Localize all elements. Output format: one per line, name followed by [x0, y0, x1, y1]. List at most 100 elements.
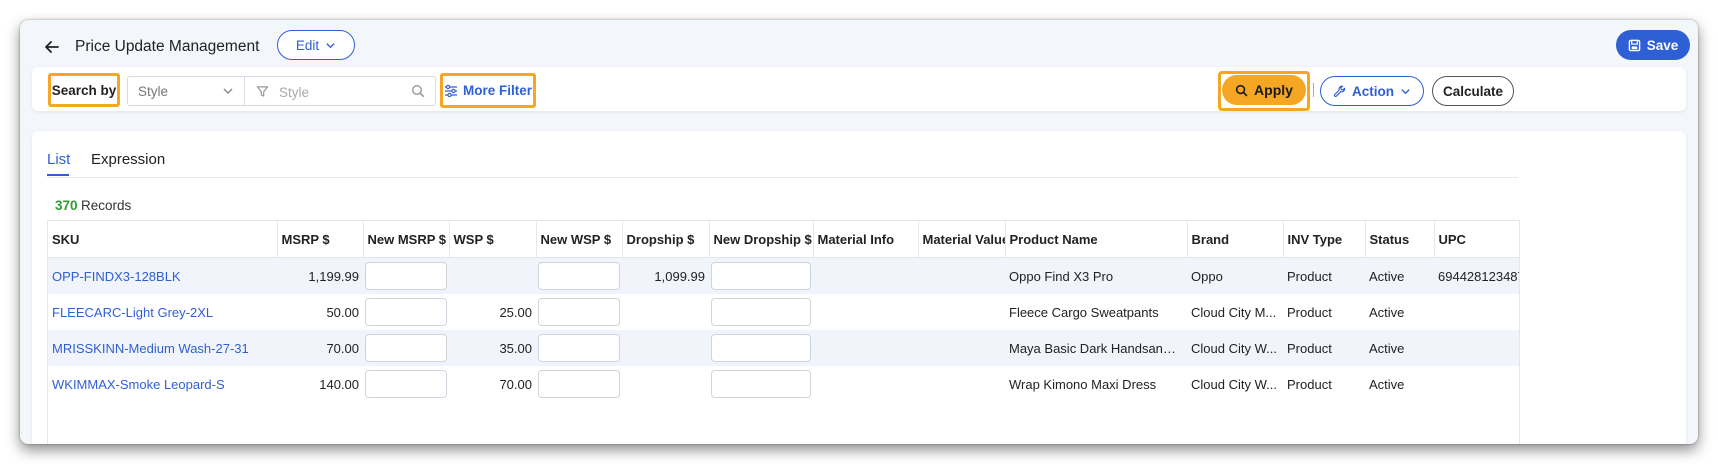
arrow-left-icon[interactable] — [42, 37, 62, 57]
column-header-brand[interactable]: Brand — [1187, 221, 1284, 258]
chevron-down-icon — [1400, 86, 1411, 97]
new-msrp-input[interactable] — [365, 370, 447, 398]
app-window: Price Update Management Edit Save Search… — [20, 20, 1698, 444]
search-icon[interactable] — [411, 84, 425, 98]
new-dropship-cell — [709, 366, 813, 402]
material-value-cell — [918, 330, 1005, 366]
calculate-button[interactable]: Calculate — [1432, 76, 1514, 106]
table-row: OPP-FINDX3-128BLK 1,199.99 1,099.99 Oppo… — [48, 257, 1519, 294]
new-wsp-input[interactable] — [538, 370, 620, 398]
upc-cell — [1434, 294, 1519, 330]
column-header-dropship[interactable]: Dropship $ — [622, 221, 710, 258]
material-value-cell — [918, 366, 1005, 402]
column-header-msrp[interactable]: MSRP $ — [277, 221, 364, 258]
new-msrp-cell — [363, 366, 449, 402]
more-filter-label: More Filter — [462, 83, 532, 98]
new-wsp-input[interactable] — [538, 298, 620, 326]
chevron-down-icon — [325, 40, 336, 51]
brand-cell: Cloud City W... — [1191, 376, 1277, 392]
more-filter-button[interactable]: More Filter — [440, 73, 536, 108]
new-dropship-input[interactable] — [711, 262, 811, 290]
column-header-inv-type[interactable]: INV Type — [1283, 221, 1366, 258]
new-wsp-cell — [536, 366, 622, 402]
new-msrp-input[interactable] — [365, 298, 447, 326]
sku-link[interactable]: WKIMMAX-Smoke Leopard-S — [48, 366, 277, 402]
sku-link[interactable]: FLEECARC-Light Grey-2XL — [48, 294, 277, 330]
search-icon — [1235, 84, 1248, 97]
search-field-select[interactable]: Style — [127, 76, 245, 106]
brand-cell: Cloud City M... — [1191, 304, 1277, 320]
sliders-icon — [444, 84, 458, 98]
search-input-wrapper — [245, 76, 436, 106]
save-icon — [1628, 39, 1641, 52]
save-button[interactable]: Save — [1616, 30, 1690, 60]
action-button[interactable]: Action — [1320, 76, 1424, 106]
dropship-cell: 1,099.99 — [622, 257, 709, 294]
column-header-status[interactable]: Status — [1365, 221, 1435, 258]
column-header-new-msrp[interactable]: New MSRP $ — [363, 221, 450, 258]
material-value-cell — [918, 294, 1005, 330]
table-row: MRISSKINN-Medium Wash-27-31 70.00 35.00 … — [48, 330, 1519, 366]
inv-type-cell: Product — [1283, 257, 1365, 294]
dropship-cell — [622, 366, 709, 402]
msrp-cell: 1,199.99 — [277, 257, 363, 294]
action-label: Action — [1352, 83, 1394, 99]
msrp-cell: 140.00 — [319, 376, 359, 392]
new-msrp-cell — [363, 257, 449, 294]
wsp-cell: 25.00 — [499, 304, 532, 320]
search-by-label: Search by — [48, 73, 120, 107]
material-info-cell — [813, 366, 918, 402]
column-header-material-info[interactable]: Material Info — [813, 221, 919, 258]
column-header-product-name[interactable]: Product Name — [1005, 221, 1188, 258]
save-label: Save — [1646, 37, 1679, 53]
column-header-upc[interactable]: UPC — [1434, 221, 1519, 258]
status-cell: Active — [1365, 257, 1434, 294]
upc-cell — [1434, 330, 1519, 366]
column-header-new-dropship[interactable]: New Dropship $ — [709, 221, 814, 258]
price-table: SKU MSRP $ New MSRP $ WSP $ New WSP $ Dr… — [48, 221, 1519, 402]
new-wsp-input[interactable] — [538, 334, 620, 362]
sku-link[interactable]: MRISSKINN-Medium Wash-27-31 — [48, 330, 277, 366]
brand-cell: Oppo — [1187, 257, 1283, 294]
status-cell: Active — [1369, 304, 1405, 320]
new-wsp-cell — [536, 330, 622, 366]
wsp-cell: 35.00 — [449, 330, 536, 366]
tab-expression[interactable]: Expression — [91, 151, 165, 168]
inv-type-cell: Product — [1287, 304, 1332, 320]
new-wsp-input[interactable] — [538, 262, 620, 290]
column-header-wsp[interactable]: WSP $ — [449, 221, 537, 258]
column-header-sku[interactable]: SKU — [48, 221, 278, 258]
new-dropship-input[interactable] — [711, 334, 811, 362]
search-input[interactable] — [277, 81, 401, 103]
new-dropship-input[interactable] — [711, 298, 811, 326]
apply-label: Apply — [1254, 82, 1293, 98]
toolbar-divider — [1313, 83, 1314, 97]
search-field-value: Style — [138, 83, 169, 99]
edit-label: Edit — [295, 37, 320, 53]
product-name-cell: Fleece Cargo Sweatpants — [1009, 304, 1159, 320]
chevron-down-icon — [222, 85, 234, 97]
new-dropship-input[interactable] — [711, 370, 811, 398]
column-header-new-wsp[interactable]: New WSP $ — [536, 221, 623, 258]
msrp-cell: 50.00 — [326, 304, 359, 320]
apply-button[interactable]: Apply — [1222, 75, 1306, 105]
sku-link[interactable]: OPP-FINDX3-128BLK — [48, 257, 277, 294]
active-tab-indicator — [47, 174, 69, 176]
price-table-container[interactable]: SKU MSRP $ New MSRP $ WSP $ New WSP $ Dr… — [47, 220, 1520, 444]
material-value-cell — [918, 257, 1005, 294]
new-msrp-input[interactable] — [365, 334, 447, 362]
funnel-icon — [256, 85, 269, 98]
new-msrp-input[interactable] — [365, 262, 447, 290]
wsp-cell: 70.00 — [499, 376, 532, 392]
table-row: FLEECARC-Light Grey-2XL 50.00 25.00 Flee… — [48, 294, 1519, 330]
product-name-cell: Wrap Kimono Maxi Dress — [1009, 376, 1157, 392]
wrench-icon — [1333, 85, 1346, 98]
tab-list[interactable]: List — [47, 151, 70, 168]
dropship-cell — [622, 294, 709, 330]
status-cell: Active — [1365, 330, 1434, 366]
column-header-material-value[interactable]: Material Value — [918, 221, 1006, 258]
material-info-cell — [813, 257, 918, 294]
edit-button[interactable]: Edit — [277, 30, 355, 60]
new-wsp-cell — [536, 294, 622, 330]
wsp-cell — [449, 257, 536, 294]
